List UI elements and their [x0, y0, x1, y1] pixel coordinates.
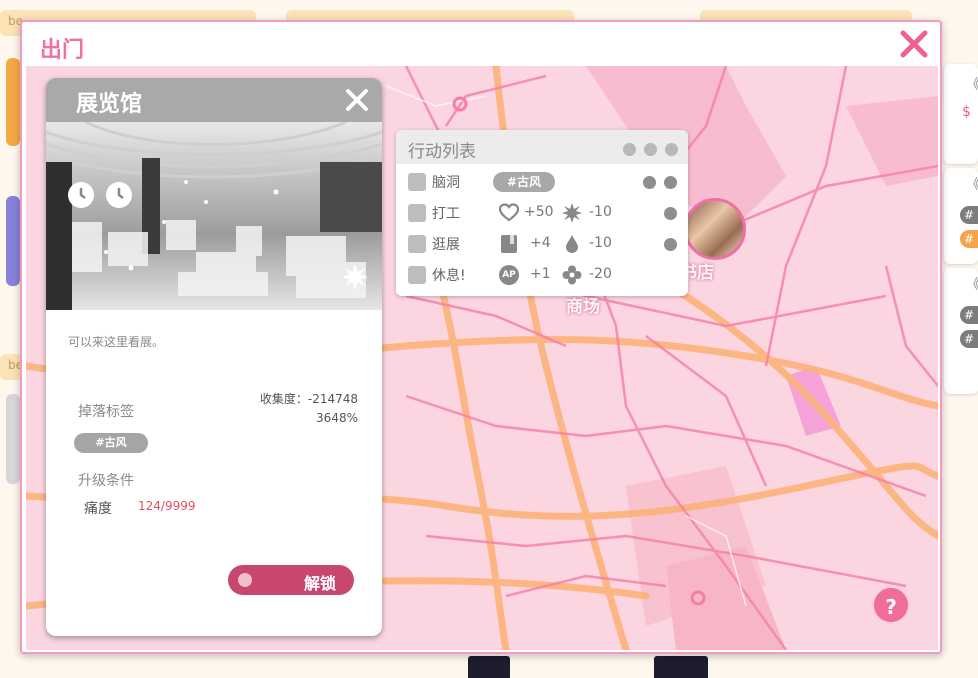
action-label: 逛展 [432, 237, 460, 253]
action-list-header: 行动列表 [396, 130, 688, 164]
header-dots [615, 141, 678, 161]
action-label: 脑洞 [432, 175, 460, 191]
dot-indicator [643, 176, 656, 189]
clock-icon [106, 182, 132, 208]
close-icon [900, 30, 928, 58]
unlock-label: 解锁 [304, 574, 337, 593]
dot-indicator [664, 176, 677, 189]
heart-icon [499, 203, 519, 222]
background-tab: be [0, 354, 22, 380]
card-title: 展览馆 [76, 92, 143, 117]
action-list-title: 行动列表 [408, 142, 476, 162]
collection-degree: 收集度：-214748 3648% [260, 390, 358, 428]
window-title: 出门 [40, 38, 85, 63]
effect-value: -10 [589, 235, 612, 251]
location-photo [46, 122, 382, 310]
drop-icon [566, 235, 578, 253]
character-figure [468, 656, 510, 678]
outing-window: 出门 书店 商场 ? 行动列表 脑洞 #古风 打工 +50 -10 逛展 +4 … [20, 20, 942, 654]
collection-percent: 3648% [316, 411, 358, 425]
action-checkbox[interactable] [408, 204, 426, 222]
character-figure [654, 656, 708, 678]
burst-icon [562, 203, 582, 223]
effect-value: +4 [530, 235, 551, 251]
background-chip: # [960, 306, 978, 324]
card-header: 展览馆 [46, 78, 382, 122]
action-checkbox[interactable] [408, 173, 426, 191]
background-chip: # [960, 230, 978, 248]
dot-indicator [623, 143, 636, 156]
effect-value: +1 [530, 266, 551, 282]
action-row-brainstorm[interactable]: 脑洞 #古风 [408, 170, 678, 194]
drop-tag: #古风 [74, 433, 148, 453]
card-close-button[interactable] [344, 87, 370, 113]
action-row-exhibition[interactable]: 逛展 +4 -10 [408, 232, 678, 256]
dot-indicator [664, 207, 677, 220]
action-checkbox[interactable] [408, 266, 426, 284]
store-marker[interactable] [684, 198, 746, 260]
effect-value: +50 [524, 204, 554, 220]
book-icon [501, 235, 517, 253]
background-bar [6, 196, 20, 286]
action-label: 休息! [432, 268, 466, 284]
burst-icon [342, 264, 368, 290]
dot-indicator [664, 238, 677, 251]
collection-value: 收集度：-214748 [259, 392, 358, 406]
requirement-value: 124/9999 [138, 499, 196, 513]
dot-indicator [644, 143, 657, 156]
action-list-panel: 行动列表 脑洞 #古风 打工 +50 -10 逛展 +4 -10 休息! AP … [396, 130, 688, 296]
action-label: 打工 [432, 206, 460, 222]
location-card: 展览馆 可以来这里看展。 掉落标签 收集度：-214748 3648% #古风 … [46, 78, 382, 636]
upgrade-conditions-label: 升级条件 [78, 473, 134, 489]
location-description: 可以来这里看展。 [68, 335, 165, 349]
drop-tags-label: 掉落标签 [78, 404, 134, 420]
background-bar [6, 394, 20, 484]
clock-icon [68, 182, 94, 208]
background-chip: # [960, 206, 978, 224]
background-mark: $ [962, 104, 971, 120]
exhibition-hall-image [46, 122, 382, 310]
effect-value: -20 [589, 266, 612, 282]
dot-indicator [665, 143, 678, 156]
unlock-button[interactable]: 解锁 [228, 565, 354, 595]
background-mark: 《 [966, 174, 978, 194]
window-close-button[interactable] [898, 28, 930, 60]
background-mark: 《 [966, 74, 978, 94]
action-tag: #古风 [493, 172, 555, 192]
action-row-rest[interactable]: 休息! AP +1 -20 [408, 263, 678, 287]
close-icon [346, 89, 368, 111]
action-row-work[interactable]: 打工 +50 -10 [408, 201, 678, 225]
action-checkbox[interactable] [408, 235, 426, 253]
background-bar [6, 58, 20, 146]
ap-icon: AP [499, 265, 519, 285]
background-chip: # [960, 330, 978, 348]
requirement-name: 痛度 [84, 501, 112, 517]
help-button[interactable]: ? [872, 586, 910, 624]
flower-icon [562, 265, 582, 285]
toggle-knob [238, 573, 252, 587]
effect-value: -10 [589, 204, 612, 220]
background-mark: 《 [966, 274, 978, 294]
